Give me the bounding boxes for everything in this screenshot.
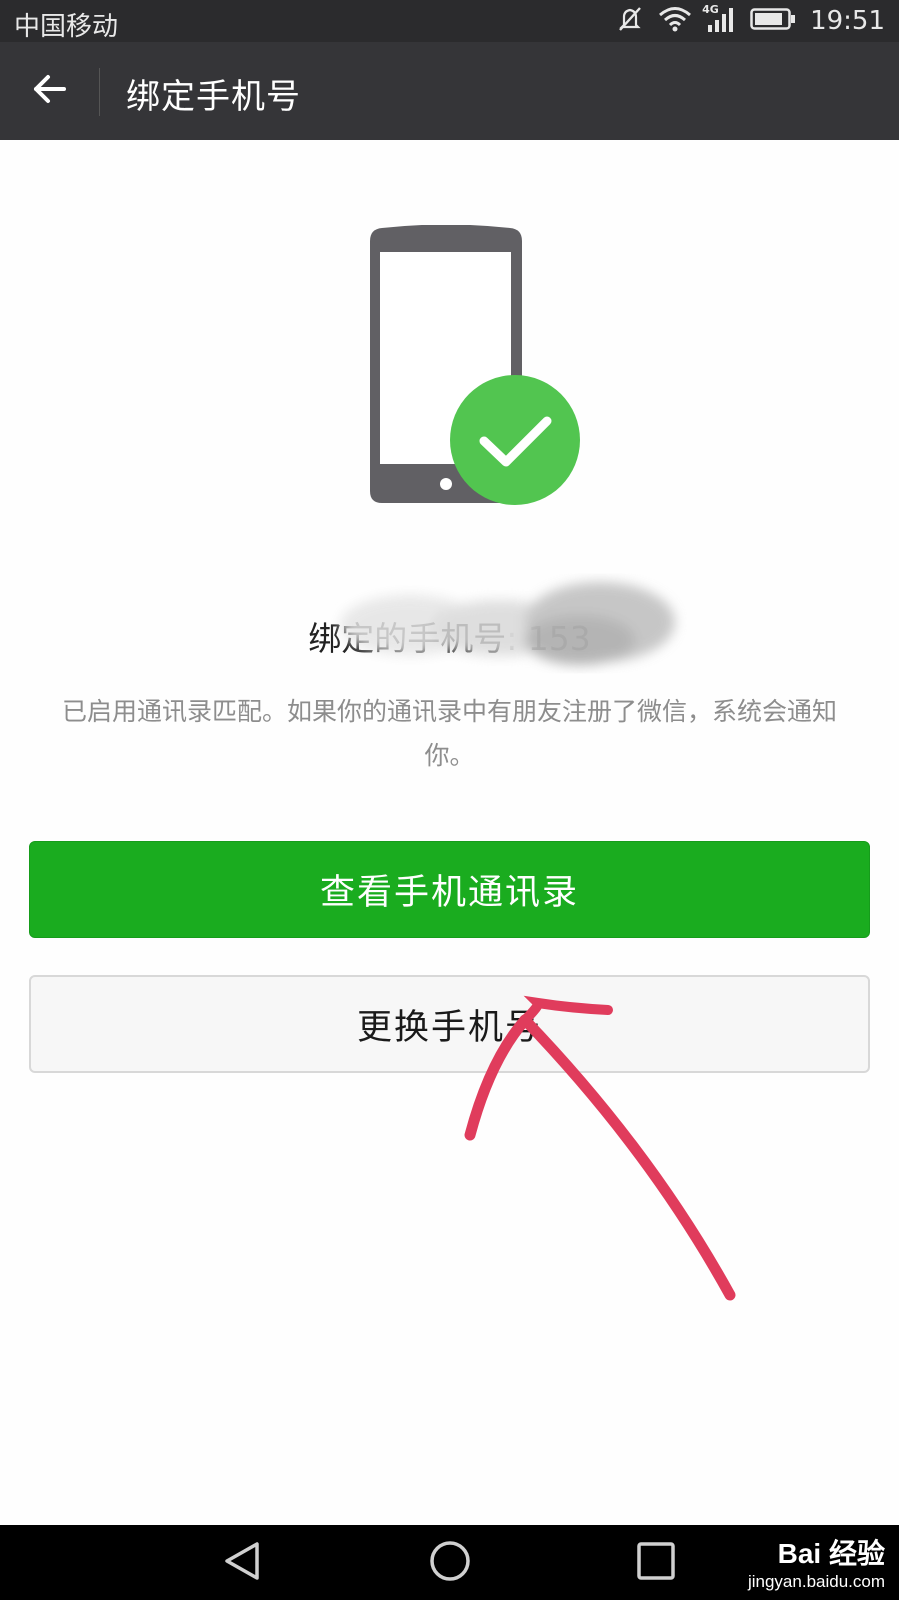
clock: 19:51 <box>810 6 885 36</box>
app-bar: 绑定手机号 <box>0 42 899 140</box>
check-circle-icon <box>448 373 582 511</box>
mute-icon <box>616 5 644 37</box>
watermark: Bai 经验 jingyan.baidu.com <box>748 1532 885 1592</box>
nav-recents-icon <box>635 1540 677 1586</box>
contacts-match-hint: 已启用通讯录匹配。如果你的通讯录中有朋友注册了微信，系统会通知你。 <box>61 697 837 770</box>
status-bar: 中国移动 4G 19:51 <box>0 0 899 42</box>
bound-phone-value: : 153 <box>506 619 591 658</box>
page-title: 绑定手机号 <box>126 77 301 117</box>
arrow-left-icon <box>30 69 70 113</box>
wifi-icon <box>658 5 692 37</box>
nav-back-button[interactable] <box>213 1535 273 1590</box>
nav-home-button[interactable] <box>420 1535 480 1590</box>
back-button[interactable] <box>22 64 78 118</box>
watermark-url: jingyan.baidu.com <box>747 1572 885 1591</box>
battery-icon <box>750 6 796 36</box>
network-type-label: 4G <box>702 3 719 16</box>
bar-divider <box>99 68 100 116</box>
status-icons: 4G 19:51 <box>616 0 885 42</box>
navigation-bar: Bai 经验 jingyan.baidu.com <box>0 1525 899 1600</box>
watermark-brand: Bai 经验 <box>777 1538 885 1569</box>
bound-phone-row: 绑定的手机号: 153 <box>0 612 899 660</box>
nav-home-icon <box>427 1538 473 1588</box>
change-number-button[interactable]: 更换手机号 <box>29 975 870 1073</box>
carrier-label: 中国移动 <box>14 12 119 42</box>
signal-icon: 4G <box>702 3 736 37</box>
nav-back-icon <box>221 1539 265 1587</box>
view-contacts-button[interactable]: 查看手机通讯录 <box>29 841 870 938</box>
nav-recents-button[interactable] <box>626 1535 686 1590</box>
bound-phone-label: 绑定的手机号 <box>308 619 507 658</box>
